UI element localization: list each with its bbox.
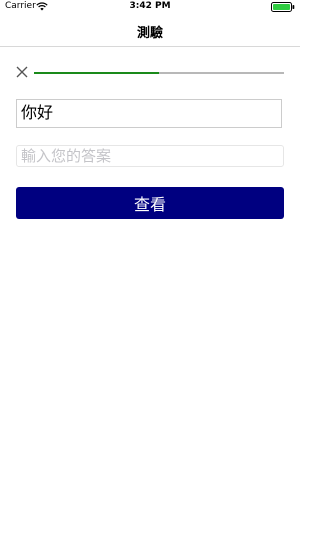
battery-icon bbox=[271, 2, 295, 12]
progress-bar bbox=[34, 72, 284, 74]
quiz-screen: Carrier 3:42 PM 測驗 你好 查看 bbox=[0, 0, 300, 533]
progress-fill bbox=[34, 72, 159, 74]
page-title: 測驗 bbox=[136, 26, 163, 41]
close-icon[interactable] bbox=[14, 64, 30, 80]
status-time: 3:42 PM bbox=[129, 1, 171, 11]
question-text: 你好 bbox=[16, 99, 282, 128]
status-bar: Carrier 3:42 PM bbox=[0, 0, 300, 14]
answer-input[interactable] bbox=[16, 145, 284, 167]
navigation-bar: 測驗 bbox=[0, 14, 300, 47]
check-button[interactable]: 查看 bbox=[16, 187, 284, 219]
